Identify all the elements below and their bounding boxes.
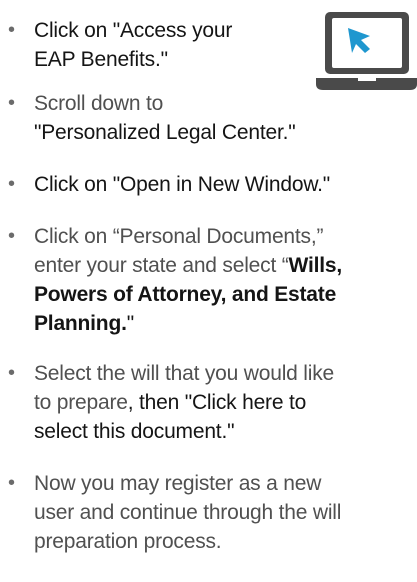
step-line: Click on "Access your [34,19,233,42]
step-line: select this document." [34,417,334,446]
bullet: • [8,92,16,114]
bullet: • [8,173,16,195]
step-line-text: select this document [34,420,222,443]
step-line-emphasis: Planning. [34,312,127,335]
step-text: Click on “Personal Documents,” enter you… [34,222,342,338]
laptop-cursor-icon [316,12,417,92]
step-line-text: , then "Click here to [127,391,307,414]
step-line: Powers of Attorney, and Estate [34,283,337,306]
step-line: to prepare, then "Click here to [34,388,334,417]
bullet: • [8,472,16,494]
step-text: Now you may register as a new user and c… [34,469,341,556]
step-line-text: " [126,312,134,335]
step-line-text: ." [221,420,235,443]
laptop-notch [358,78,376,81]
bullet: • [8,19,16,41]
step-line: Click on "Open in New Window." [34,173,331,196]
step-line-text: to prepare [34,391,128,414]
laptop-screen [332,18,402,68]
step-line: Click on “Personal Documents,” [34,225,324,248]
bullet: • [8,362,16,384]
step-line: Select the will that you would like [34,362,334,385]
step-text: Scroll down to "Personalized Legal Cente… [34,89,296,147]
step-line: Now you may register as a new [34,472,322,495]
step-line: Scroll down to [34,92,164,115]
step-text: Click on "Access your EAP Benefits." [34,16,232,74]
step-line-text: enter your state and select “ [34,254,289,277]
step-line: Planning." [34,309,342,338]
bullet: • [8,225,16,247]
step-line: enter your state and select “Wills, [34,251,342,280]
step-line: EAP Benefits." [34,48,168,71]
step-line: "Personalized Legal Center." [34,121,296,144]
step-line: preparation process. [34,530,222,553]
step-text: Click on "Open in New Window." [34,170,330,199]
step-line: user and continue through the will [34,501,342,524]
step-line-emphasis: Wills, [288,254,343,277]
step-text: Select the will that you would like to p… [34,359,334,446]
